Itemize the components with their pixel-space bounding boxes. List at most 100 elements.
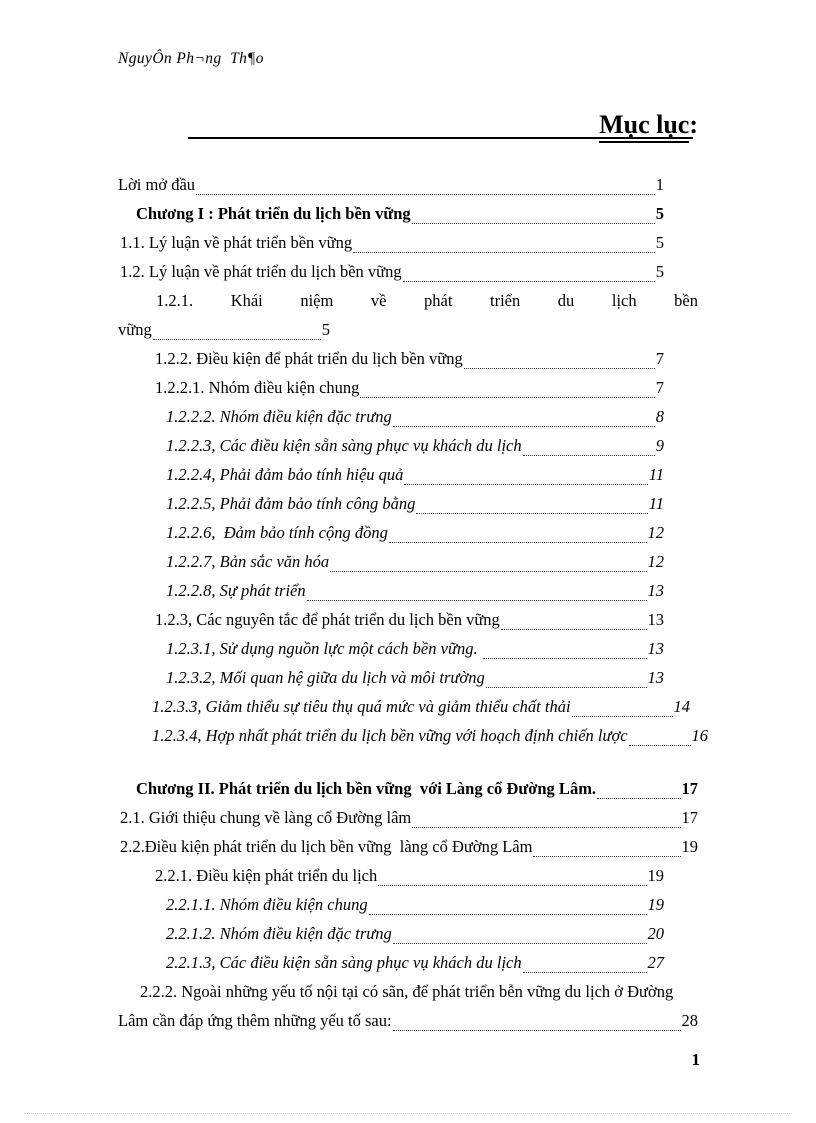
toc-entry[interactable]: 1.2.3.2, Mối quan hệ giữa du lịch và môi… — [0, 663, 816, 692]
toc-entry[interactable]: 2.2.1.1. Nhóm điều kiện chung 19 — [0, 890, 816, 919]
dot-leader — [412, 826, 681, 828]
toc-entry[interactable]: 1.2.2.7, Bản sắc văn hóa 12 — [0, 547, 816, 576]
toc-entry-label: 1.2.2.8, Sự phát triển — [166, 581, 306, 600]
toc-entry-page: 16 — [691, 726, 709, 745]
toc-entry[interactable]: 1.2.3, Các nguyên tắc để phát triển du l… — [0, 605, 816, 634]
dot-leader — [533, 855, 681, 857]
dot-leader — [416, 512, 648, 514]
toc-entry-label: 2.2.1. Điều kiện phát triển du lịch — [155, 866, 378, 885]
dot-leader — [388, 541, 647, 543]
footer-divider — [24, 1113, 792, 1114]
dot-leader — [306, 599, 647, 601]
toc-entry-multiline-tail[interactable]: Lâm cần đáp ứng thêm những yếu tố sau: 2… — [0, 1006, 816, 1035]
toc-entry-label: 1.2.2.5, Phải đảm bảo tính công bằng — [166, 494, 416, 513]
toc-entry-page: 1 — [655, 175, 664, 194]
toc-entry-label: 1.2.2.2. Nhóm điều kiện đặc trưng — [166, 407, 392, 426]
toc-entry-page: 13 — [647, 639, 665, 658]
dot-leader — [411, 222, 655, 224]
dot-leader — [330, 570, 647, 572]
toc-entry-label: Lời mở đầu — [118, 175, 196, 194]
page-title-colon: : — [689, 110, 698, 139]
toc-entry-multiline[interactable]: 2.2.2. Ngoài những yếu tố nội tại có sãn… — [0, 977, 816, 1006]
toc-entry-label: 2.1. Giới thiệu chung về làng cổ Đường l… — [120, 808, 412, 827]
toc-entry-label: 1.2.2.1. Nhóm điều kiện chung — [155, 378, 360, 397]
toc-entry[interactable]: 1.2.2.1. Nhóm điều kiện chung 7 — [0, 373, 816, 402]
dot-leader — [522, 454, 655, 456]
toc-entry-page: 5 — [321, 320, 330, 339]
page-title-text: Mục lục — [599, 110, 690, 143]
toc-entry-justified-tail[interactable]: vững 5 — [0, 315, 816, 344]
dot-leader — [392, 425, 655, 427]
toc-entry[interactable]: 1.2.2.2. Nhóm điều kiện đặc trưng 8 — [0, 402, 816, 431]
dot-leader — [628, 744, 691, 746]
document-page: NguyÔn Ph¬ng Th¶o Mục lục: Lời mở đầu 1 … — [0, 0, 816, 1123]
toc-entry[interactable]: 1.2.3.4, Hợp nhất phát triển du lịch bền… — [0, 721, 816, 750]
toc-entry-page: 27 — [647, 953, 665, 972]
toc-entry-label: 2.2.2. Ngoài những yếu tố nội tại có sãn… — [140, 982, 674, 1001]
toc-entry[interactable]: 1.2.2.6, Đảm bảo tính cộng đồng 12 — [0, 518, 816, 547]
toc-entry-page: 5 — [655, 204, 664, 223]
toc-entry[interactable]: 1.1. Lý luận về phát triển bền vững 5 — [0, 228, 816, 257]
toc-entry-page: 13 — [647, 610, 665, 629]
toc-entry-page: 17 — [681, 808, 699, 827]
toc-entry-page: 14 — [673, 697, 691, 716]
toc-entry[interactable]: 1.2.3.3, Giảm thiểu sự tiêu thụ quá mức … — [0, 692, 816, 721]
page-number: 1 — [691, 1050, 701, 1069]
toc-entry-page: 12 — [647, 552, 665, 571]
running-header: NguyÔn Ph¬ng Th¶o — [118, 50, 264, 67]
toc-entry[interactable]: 2.2.1.2. Nhóm điều kiện đặc trưng 20 — [0, 919, 816, 948]
toc-entry-page: 13 — [647, 668, 665, 687]
toc-entry-justified[interactable]: 1.2.1. Khái niệm về phát triển du lịch b… — [0, 286, 816, 315]
toc-entry-label: 1.2.3.1, Sử dụng nguồn lực một cách bền … — [166, 639, 482, 658]
toc-entry-label: 2.2.Điều kiện phát triển du lịch bền vữn… — [120, 837, 533, 856]
toc-entry-page: 5 — [655, 262, 664, 281]
toc-entry-label: 2.2.1.3, Các điều kiện sẵn sàng phục vụ … — [166, 953, 522, 972]
toc-entry-page: 11 — [648, 465, 664, 484]
toc-entry[interactable]: 1.2.2.8, Sự phát triển 13 — [0, 576, 816, 605]
toc-entry-page: 12 — [647, 523, 665, 542]
toc-entry-page: 11 — [648, 494, 664, 513]
toc-entry-page: 17 — [681, 779, 699, 798]
toc-entry[interactable]: 2.2.Điều kiện phát triển du lịch bền vữn… — [0, 832, 816, 861]
toc-entry-label: 1.2.3, Các nguyên tắc để phát triển du l… — [155, 610, 500, 629]
toc-entry-page: 8 — [655, 407, 664, 426]
dot-leader — [463, 367, 655, 369]
toc-entry[interactable]: 1.2.2.5, Phải đảm bảo tính công bằng 11 — [0, 489, 816, 518]
toc-entry[interactable]: 1.2.2. Điều kiện để phát triển du lịch b… — [0, 344, 816, 373]
toc-entry[interactable]: 2.2.1. Điều kiện phát triển du lịch 19 — [0, 861, 816, 890]
toc-entry-page: 28 — [681, 1011, 699, 1030]
toc-entry-label: 1.2.2.6, Đảm bảo tính cộng đồng — [166, 523, 388, 542]
toc-entry[interactable]: 1.2.2.4, Phải đảm bảo tính hiệu quả 11 — [0, 460, 816, 489]
toc-entry[interactable]: 1.2.2.3, Các điều kiện sẵn sàng phục vụ … — [0, 431, 816, 460]
toc-entry-label: 1.2.2.4, Phải đảm bảo tính hiệu quả — [166, 465, 404, 484]
dot-leader — [353, 251, 655, 253]
toc-entry[interactable]: 1.2.3.1, Sử dụng nguồn lực một cách bền … — [0, 634, 816, 663]
dot-leader — [500, 628, 647, 630]
toc-entry-label: 1.2.2. Điều kiện để phát triển du lịch b… — [155, 349, 463, 368]
toc-entry[interactable]: 2.1. Giới thiệu chung về làng cổ Đường l… — [0, 803, 816, 832]
toc-entry-page: 7 — [655, 378, 664, 397]
toc-entry[interactable]: 2.2.1.3, Các điều kiện sẵn sàng phục vụ … — [0, 948, 816, 977]
dot-leader — [522, 971, 647, 973]
toc-entry-label: 1.2.2.7, Bản sắc văn hóa — [166, 552, 330, 571]
toc-entry-page: 19 — [681, 837, 699, 856]
toc-entry[interactable]: Lời mở đầu 1 — [0, 170, 816, 199]
toc-entry-page: 19 — [647, 866, 665, 885]
dot-leader — [404, 483, 648, 485]
dot-leader — [597, 797, 681, 799]
toc-entry-label: 1.2.3.4, Hợp nhất phát triển du lịch bền… — [152, 726, 628, 745]
toc-entry-page: 5 — [655, 233, 664, 252]
toc-entry-chapter-1[interactable]: Chương I : Phát triển du lịch bền vững 5 — [0, 199, 816, 228]
dot-leader — [196, 193, 655, 195]
toc-entry[interactable]: 1.2. Lý luận về phát triển du lịch bền v… — [0, 257, 816, 286]
toc-entry-label: 1.1. Lý luận về phát triển bền vững — [120, 233, 353, 252]
title-block: Mục lục: — [118, 100, 698, 144]
toc-entry-page: 13 — [647, 581, 665, 600]
toc-entry-label: 1.2.2.3, Các điều kiện sẵn sàng phục vụ … — [166, 436, 522, 455]
toc-entry-chapter-2[interactable]: Chương II. Phát triển du lịch bền vững v… — [0, 774, 816, 803]
dot-leader — [482, 657, 647, 659]
toc-entry-page: 9 — [655, 436, 664, 455]
toc-entry-page: 20 — [647, 924, 665, 943]
page-title: Mục lục: — [599, 110, 698, 143]
